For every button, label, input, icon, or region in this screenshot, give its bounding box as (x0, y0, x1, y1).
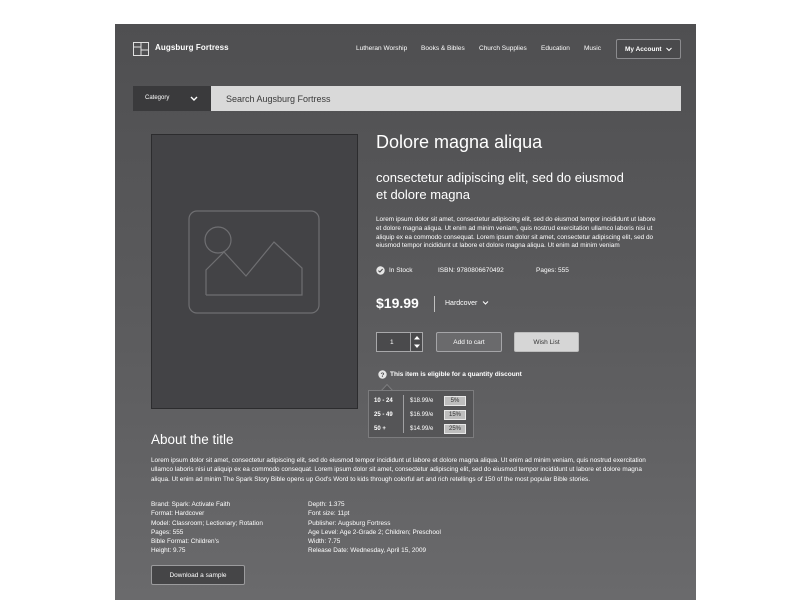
discount-price: $14.99/e (410, 426, 434, 432)
caret-up-icon[interactable] (411, 333, 423, 342)
check-circle-icon (376, 266, 385, 275)
quantity-stepper[interactable]: 1 (376, 332, 423, 352)
page-count: Pages: 555 (536, 267, 569, 274)
download-sample-button[interactable]: Download a sample (151, 565, 245, 585)
chevron-down-icon (190, 96, 198, 101)
wish-list-button[interactable]: Wish List (514, 332, 579, 352)
discount-range: 50 + (374, 426, 386, 432)
spec-item: Age Level: Age 2-Grade 2; Children; Pres… (308, 528, 441, 536)
quantity-value[interactable]: 1 (390, 339, 394, 346)
my-account-button[interactable]: My Account (616, 39, 681, 59)
nav-item-education[interactable]: Education (541, 45, 570, 52)
nav-item-church-supplies[interactable]: Church Supplies (479, 45, 527, 52)
spec-item: Release Date: Wednesday, April 15, 2009 (308, 547, 427, 555)
format-label: Hardcover (445, 300, 478, 307)
specs-right: Depth: 1.375 Font size: 11pt Publisher: … (308, 500, 441, 556)
product-subtitle: consectetur adipiscing elit, sed do eius… (376, 170, 624, 202)
spec-item: Publisher: Augsburg Fortress (308, 519, 391, 527)
chevron-down-icon (482, 301, 489, 305)
specs-left: Brand: Spark: Activate Faith Format: Har… (151, 500, 263, 556)
product-page: Augsburg Fortress Lutheran Worship Books… (115, 24, 696, 600)
discount-range: 10 - 24 (374, 398, 393, 404)
product-price: $19.99 (376, 295, 419, 311)
price-divider (434, 296, 435, 312)
about-text: Lorem ipsum dolor sit amet, consectetur … (151, 457, 646, 483)
chevron-down-icon (666, 47, 672, 52)
spec-item: Depth: 1.375 (308, 501, 345, 508)
svg-text:?: ? (381, 372, 385, 379)
discount-price: $18.99/e (410, 398, 434, 404)
product-description: Lorem ipsum dolor sit amet, consectetur … (376, 216, 656, 250)
image-placeholder-icon (188, 210, 320, 314)
quantity-discount-table: 10 - 24 $18.99/e 5% 25 - 49 $16.99/e 15%… (368, 390, 474, 438)
discount-percent: 5% (444, 396, 466, 406)
stock-status: In Stock (389, 267, 413, 274)
quantity-arrows (410, 333, 423, 351)
spec-item: Model: Classroom; Lectionary; Rotation (151, 519, 263, 527)
category-dropdown[interactable]: Category (133, 86, 211, 111)
search-input[interactable] (211, 86, 681, 111)
discount-price: $16.99/e (410, 412, 434, 418)
nav-item-books-bibles[interactable]: Books & Bibles (421, 45, 465, 52)
discount-percent: 25% (444, 424, 466, 434)
add-to-cart-button[interactable]: Add to cart (436, 332, 502, 352)
product-image (151, 134, 358, 409)
discount-table-divider (403, 395, 404, 433)
spec-item: Height: 9.75 (151, 547, 186, 555)
brand-name[interactable]: Augsburg Fortress (155, 43, 229, 52)
augsburg-fortress-logo[interactable] (133, 42, 149, 56)
question-circle-icon[interactable]: ? (378, 370, 387, 379)
product-title: Dolore magna aliqua (376, 132, 543, 152)
isbn: ISBN: 9780806670492 (438, 267, 504, 274)
format-dropdown[interactable]: Hardcover (445, 300, 489, 307)
nav-item-music[interactable]: Music (584, 45, 601, 52)
my-account-label: My Account (625, 46, 662, 53)
category-label: Category (145, 95, 170, 101)
nav-item-lutheran-worship[interactable]: Lutheran Worship (356, 45, 407, 52)
quantity-discount-note: This item is eligible for a quantity dis… (390, 371, 522, 378)
discount-percent: 15% (444, 410, 466, 420)
spec-item: Font size: 11pt (308, 510, 350, 518)
spec-item: Brand: Spark: Activate Faith (151, 501, 231, 508)
spec-item: Pages: 555 (151, 528, 184, 536)
spec-item: Bible Format: Children's (151, 538, 219, 546)
caret-down-icon[interactable] (411, 342, 423, 351)
site-header: Augsburg Fortress Lutheran Worship Books… (115, 24, 696, 74)
discount-range: 25 - 49 (374, 412, 393, 418)
spec-item: Format: Hardcover (151, 510, 205, 518)
spec-item: Width: 7.75 (308, 538, 341, 546)
about-heading: About the title (151, 432, 234, 447)
